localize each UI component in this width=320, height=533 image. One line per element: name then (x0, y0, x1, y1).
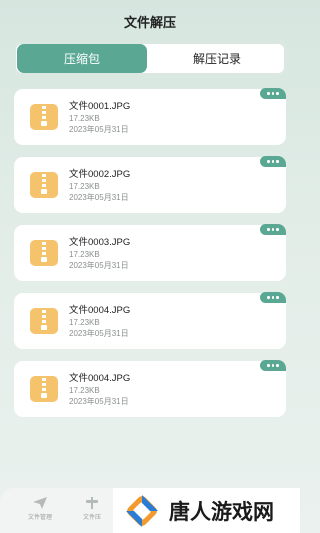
file-item[interactable]: 文件0004.JPG 17.23KB 2023年05月31日 (14, 360, 286, 417)
file-name: 文件0004.JPG (69, 305, 131, 316)
file-size: 17.23KB (69, 386, 100, 395)
send-icon (33, 497, 47, 509)
tab-extract-history[interactable]: 解压记录 (152, 44, 282, 73)
file-date: 2023年05月31日 (69, 125, 129, 134)
zip-file-icon (30, 240, 58, 266)
watermark: 唐人游戏网 (113, 488, 300, 533)
nav-compress[interactable]: 文件压 (72, 496, 112, 521)
more-options-icon[interactable] (260, 224, 286, 235)
tab-archives[interactable]: 压缩包 (17, 44, 147, 73)
file-size: 17.23KB (69, 114, 100, 123)
nav-file-manager[interactable]: 文件管理 (20, 496, 60, 521)
zip-file-icon (30, 376, 58, 402)
compress-icon (86, 497, 98, 509)
zip-file-icon (30, 172, 58, 198)
nav-label: 文件管理 (27, 515, 52, 521)
file-name: 文件0003.JPG (69, 237, 131, 248)
watermark-logo-icon (126, 494, 158, 527)
more-options-icon[interactable] (260, 292, 286, 303)
file-item[interactable]: 文件0004.JPG 17.23KB 2023年05月31日 (14, 292, 286, 349)
nav-label: 文件压 (82, 515, 101, 521)
file-date: 2023年05月31日 (69, 329, 129, 338)
file-item[interactable]: 文件0001.JPG 17.23KB 2023年05月31日 (14, 88, 286, 145)
more-options-icon[interactable] (260, 360, 286, 371)
file-size: 17.23KB (69, 182, 100, 191)
file-name: 文件0001.JPG (69, 101, 131, 112)
tab-switcher: 压缩包 解压记录 (14, 42, 286, 75)
zip-file-icon (30, 104, 58, 130)
file-item[interactable]: 文件0002.JPG 17.23KB 2023年05月31日 (14, 156, 286, 213)
file-date: 2023年05月31日 (69, 193, 129, 202)
file-date: 2023年05月31日 (69, 397, 129, 406)
file-name: 文件0002.JPG (69, 169, 131, 180)
file-date: 2023年05月31日 (69, 261, 129, 270)
file-item[interactable]: 文件0003.JPG 17.23KB 2023年05月31日 (14, 224, 286, 281)
more-options-icon[interactable] (260, 88, 286, 99)
more-options-icon[interactable] (260, 156, 286, 167)
file-name: 文件0004.JPG (69, 373, 131, 384)
file-size: 17.23KB (69, 318, 100, 327)
zip-file-icon (30, 308, 58, 334)
watermark-text: 唐人游戏网 (169, 499, 274, 524)
file-size: 17.23KB (69, 250, 100, 259)
page-title: 文件解压 (123, 15, 176, 30)
